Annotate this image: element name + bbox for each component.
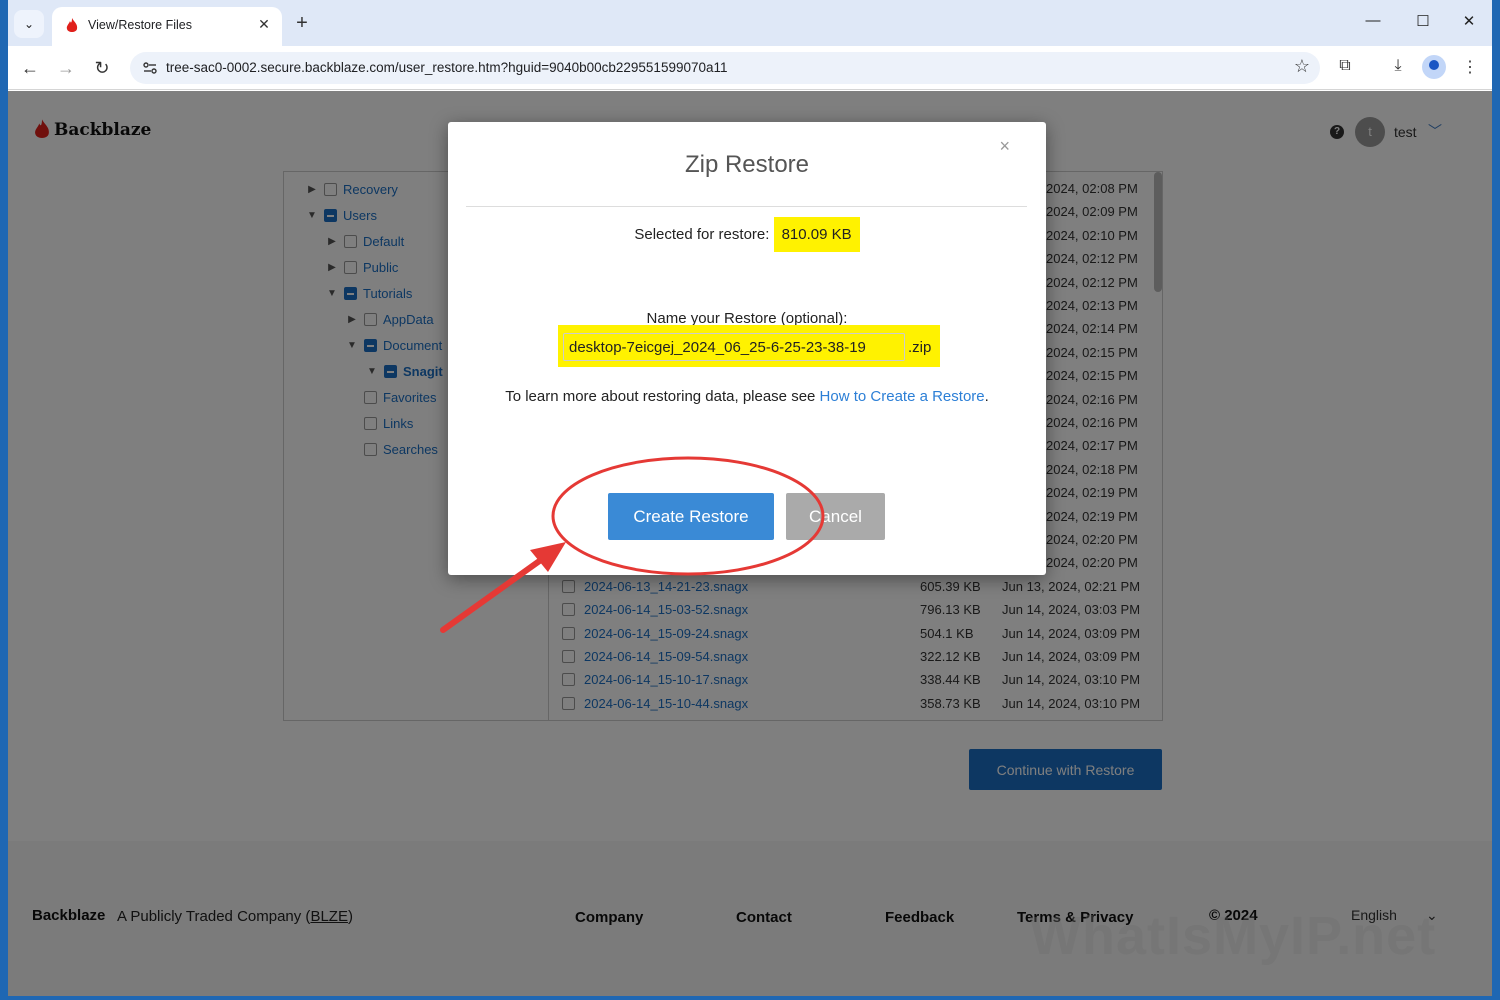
maximize-button[interactable]: ☐ xyxy=(1410,12,1436,30)
close-window-button[interactable]: ✕ xyxy=(1456,12,1482,30)
how-to-create-restore-link[interactable]: How to Create a Restore xyxy=(820,388,985,405)
restore-name-highlight: .zip xyxy=(558,325,940,367)
forward-button[interactable]: → xyxy=(54,56,78,80)
tab-strip: ⌄ View/Restore Files ✕ + — ☐ ✕ xyxy=(8,0,1492,46)
learn-suffix: . xyxy=(984,388,989,405)
address-bar[interactable]: tree-sac0-0002.secure.backblaze.com/user… xyxy=(130,52,1320,84)
watermark: WhatIsMyIP.net xyxy=(1030,906,1437,966)
browser-toolbar: ← → ↻ tree-sac0-0002.secure.backblaze.co… xyxy=(8,46,1492,90)
url-text: tree-sac0-0002.secure.backblaze.com/user… xyxy=(166,60,728,75)
back-button[interactable]: ← xyxy=(18,56,42,80)
create-restore-button[interactable]: Create Restore xyxy=(608,493,774,540)
site-info-icon[interactable] xyxy=(142,60,158,76)
tab-title: View/Restore Files xyxy=(88,18,192,32)
cancel-button[interactable]: Cancel xyxy=(786,493,885,540)
chevron-down-icon: ⌄ xyxy=(23,17,35,31)
backblaze-favicon-icon xyxy=(66,18,78,32)
selected-for-restore: Selected for restore: 810.09 KB xyxy=(448,217,1046,252)
bookmark-star-icon[interactable]: ☆ xyxy=(1294,56,1310,77)
tab-search-button[interactable]: ⌄ xyxy=(14,10,44,38)
restore-name-input[interactable] xyxy=(563,333,905,361)
tab-view-restore[interactable]: View/Restore Files ✕ xyxy=(52,7,282,46)
reload-button[interactable]: ↻ xyxy=(90,56,114,80)
selected-size: 810.09 KB xyxy=(773,217,860,252)
zip-restore-dialog: × Zip Restore Selected for restore: 810.… xyxy=(448,122,1046,575)
selected-label: Selected for restore: xyxy=(634,226,770,243)
minimize-button[interactable]: — xyxy=(1360,12,1386,29)
extensions-icon[interactable]: ⧉ xyxy=(1333,57,1357,75)
new-tab-button[interactable]: + xyxy=(290,11,314,35)
profile-avatar-icon[interactable] xyxy=(1422,55,1446,79)
learn-more-text: To learn more about restoring data, plea… xyxy=(448,388,1046,405)
dialog-title: Zip Restore xyxy=(684,151,810,178)
more-menu-icon[interactable]: ⋮ xyxy=(1458,57,1482,77)
tab-close-icon[interactable]: ✕ xyxy=(254,16,274,33)
learn-prefix: To learn more about restoring data, plea… xyxy=(505,388,820,405)
zip-suffix: .zip xyxy=(908,339,932,356)
download-icon[interactable]: ⤓ xyxy=(1386,57,1410,75)
divider xyxy=(466,206,1027,207)
